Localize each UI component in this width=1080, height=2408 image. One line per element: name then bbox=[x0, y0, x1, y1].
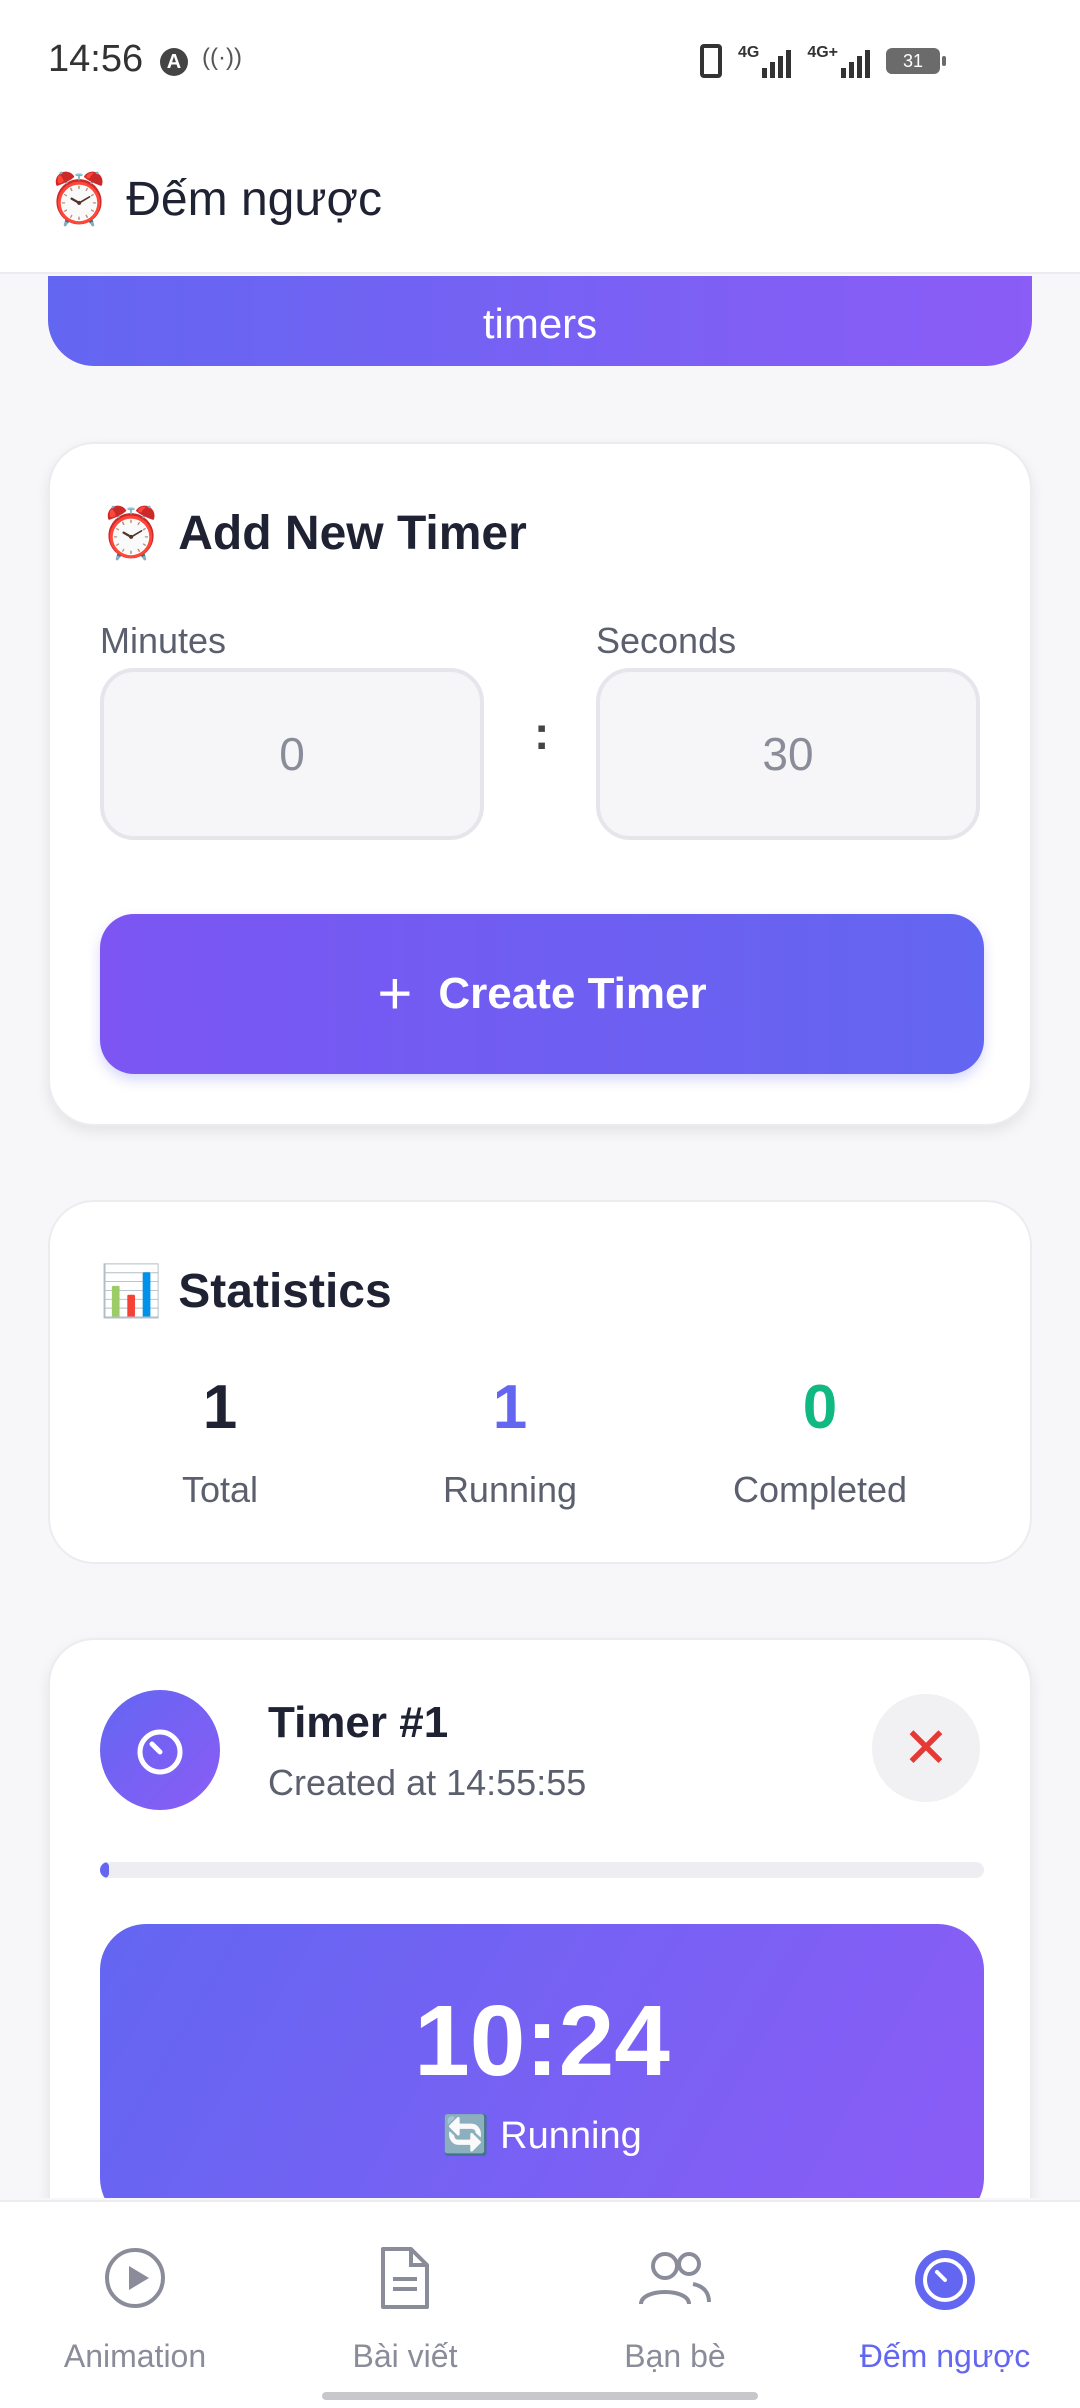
close-icon: ✕ bbox=[902, 1716, 950, 1779]
timer-display: 10:24 🔄 Running bbox=[100, 1924, 984, 2198]
refresh-icon: 🔄 bbox=[442, 2115, 490, 2157]
create-timer-button[interactable]: + Create Timer bbox=[100, 914, 984, 1074]
hotspot-icon: ((·)) bbox=[202, 44, 242, 71]
app-header: ⏰ Đếm ngược bbox=[0, 126, 1080, 274]
stat-total-label: Total bbox=[181, 1469, 259, 1510]
statistics-row: 1 Total 1 Running 0 Completed bbox=[50, 1372, 1030, 1532]
bar-chart-icon: 📊 bbox=[100, 1263, 163, 1319]
timer-status-label: Running bbox=[500, 2115, 642, 2157]
add-timer-title-text: Add New Timer bbox=[178, 507, 527, 560]
network-type-2: 4G+ bbox=[807, 44, 838, 61]
timer-status: 🔄 Running bbox=[100, 2114, 984, 2158]
page-title: Đếm ngược bbox=[126, 172, 382, 226]
plus-icon: + bbox=[377, 960, 413, 1027]
stat-completed: 0 Completed bbox=[670, 1372, 970, 1511]
timer-icon bbox=[810, 2238, 1080, 2318]
minutes-label: Minutes bbox=[100, 620, 227, 661]
stat-total-value: 1 bbox=[202, 1373, 238, 1442]
signal-icon-2: 4G+ bbox=[807, 44, 870, 78]
status-time: 14:56 bbox=[48, 38, 144, 80]
nav-label-friends: Bạn bè bbox=[624, 2338, 726, 2374]
stat-total: 1 Total bbox=[120, 1372, 320, 1511]
vibrate-icon bbox=[699, 44, 722, 78]
nav-label-posts: Bài viết bbox=[352, 2338, 458, 2374]
alarm-clock-icon: ⏰ bbox=[100, 505, 163, 561]
network-type-1: 4G bbox=[737, 44, 760, 61]
battery-icon: 31 bbox=[886, 48, 946, 74]
app-screen: 14:56 A ((·)) 4G 4G+ 31 ⏰ Đếm ngược time… bbox=[0, 0, 1080, 2408]
statistics-card: 📊 Statistics 1 Total 1 Running 0 Complet… bbox=[48, 1200, 1032, 1564]
nav-label-countdown: Đếm ngược bbox=[859, 2338, 1031, 2374]
timer-name: Timer #1 bbox=[268, 1698, 449, 1747]
scroll-content[interactable]: timers ⏰ Add New Timer Minutes Seconds 0… bbox=[0, 276, 1080, 2198]
add-timer-card: ⏰ Add New Timer Minutes Seconds 0 : 30 +… bbox=[48, 442, 1032, 1126]
timer-created-time: Created at 14:55:55 bbox=[268, 1762, 587, 1803]
timer-progress-bar bbox=[100, 1862, 984, 1878]
hero-banner: timers bbox=[48, 276, 1032, 366]
nav-item-posts[interactable]: Bài viết bbox=[270, 2238, 540, 2375]
timer-progress-fill bbox=[100, 1862, 109, 1878]
nav-label-animation: Animation bbox=[63, 2338, 207, 2374]
seconds-label: Seconds bbox=[596, 620, 737, 661]
stat-running-label: Running bbox=[442, 1469, 578, 1510]
play-circle-icon bbox=[0, 2238, 270, 2318]
nav-item-countdown[interactable]: Đếm ngược bbox=[810, 2238, 1080, 2375]
signal-icon-1: 4G bbox=[737, 44, 792, 78]
seconds-input[interactable]: 30 bbox=[596, 668, 980, 840]
timer-remaining-time: 10:24 bbox=[414, 1985, 670, 2097]
home-indicator[interactable] bbox=[322, 2392, 758, 2400]
hero-text: timers bbox=[482, 300, 598, 347]
time-separator: : bbox=[534, 707, 550, 759]
timer-icon bbox=[100, 1690, 220, 1810]
bottom-navigation: Animation Bài viết Bạn bè Đếm ngược bbox=[0, 2200, 1080, 2408]
stat-running: 1 Running bbox=[390, 1372, 630, 1511]
timer-card: Timer #1 Created at 14:55:55 ✕ 10:24 🔄 R… bbox=[48, 1638, 1032, 2198]
minutes-input[interactable]: 0 bbox=[100, 668, 484, 840]
status-bar: 14:56 A ((·)) 4G 4G+ 31 bbox=[0, 0, 1080, 126]
app-notification-icon: A bbox=[160, 48, 188, 76]
alarm-clock-icon: ⏰ bbox=[48, 170, 111, 227]
document-icon bbox=[270, 2238, 540, 2318]
stat-completed-label: Completed bbox=[732, 1469, 908, 1510]
status-icons: 4G 4G+ 31 bbox=[699, 44, 946, 78]
stat-completed-value: 0 bbox=[802, 1373, 838, 1442]
statistics-title-text: Statistics bbox=[178, 1265, 392, 1318]
stat-running-value: 1 bbox=[492, 1373, 528, 1442]
nav-item-animation[interactable]: Animation bbox=[0, 2238, 270, 2375]
add-timer-title: ⏰ Add New Timer bbox=[100, 504, 527, 563]
delete-timer-button[interactable]: ✕ bbox=[872, 1694, 980, 1802]
nav-item-friends[interactable]: Bạn bè bbox=[540, 2238, 810, 2375]
users-icon bbox=[540, 2238, 810, 2318]
statistics-title: 📊 Statistics bbox=[100, 1262, 392, 1321]
create-timer-label: Create Timer bbox=[438, 969, 707, 1018]
